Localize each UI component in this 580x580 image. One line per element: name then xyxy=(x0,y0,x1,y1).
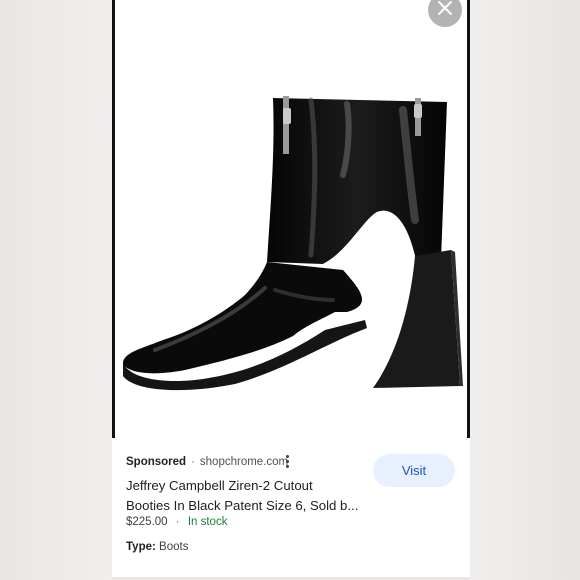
background-left xyxy=(0,0,112,580)
price-separator: · xyxy=(175,516,180,528)
product-image[interactable] xyxy=(112,0,470,438)
visit-button[interactable]: Visit xyxy=(373,454,455,487)
sponsored-label: Sponsored xyxy=(126,456,187,468)
product-title[interactable]: Jeffrey Campbell Ziren-2 Cutout Booties … xyxy=(126,476,371,516)
type-value: Boots xyxy=(159,541,189,553)
ad-details: Sponsored · shopchrome.com Jeffrey Campb… xyxy=(112,438,470,580)
price: $225.00 xyxy=(126,516,168,528)
stock-status: In stock xyxy=(187,516,228,528)
product-title-line-2: Booties In Black Patent Size 6, Sold b..… xyxy=(126,498,359,513)
ad-source-row: Sponsored · shopchrome.com xyxy=(126,456,288,468)
close-icon xyxy=(438,0,452,20)
more-vert-icon xyxy=(285,455,291,468)
separator-dot: · xyxy=(191,456,195,468)
product-title-line-1: Jeffrey Campbell Ziren-2 Cutout xyxy=(126,478,313,493)
patent-cutout-bootie-image xyxy=(123,96,463,391)
more-options-button[interactable] xyxy=(285,455,291,469)
type-label: Type: xyxy=(126,541,156,553)
product-type-row: Type: Boots xyxy=(126,541,188,553)
price-row: $225.00 · In stock xyxy=(126,516,227,528)
background-right xyxy=(470,0,580,580)
merchant-domain[interactable]: shopchrome.com xyxy=(200,456,288,468)
